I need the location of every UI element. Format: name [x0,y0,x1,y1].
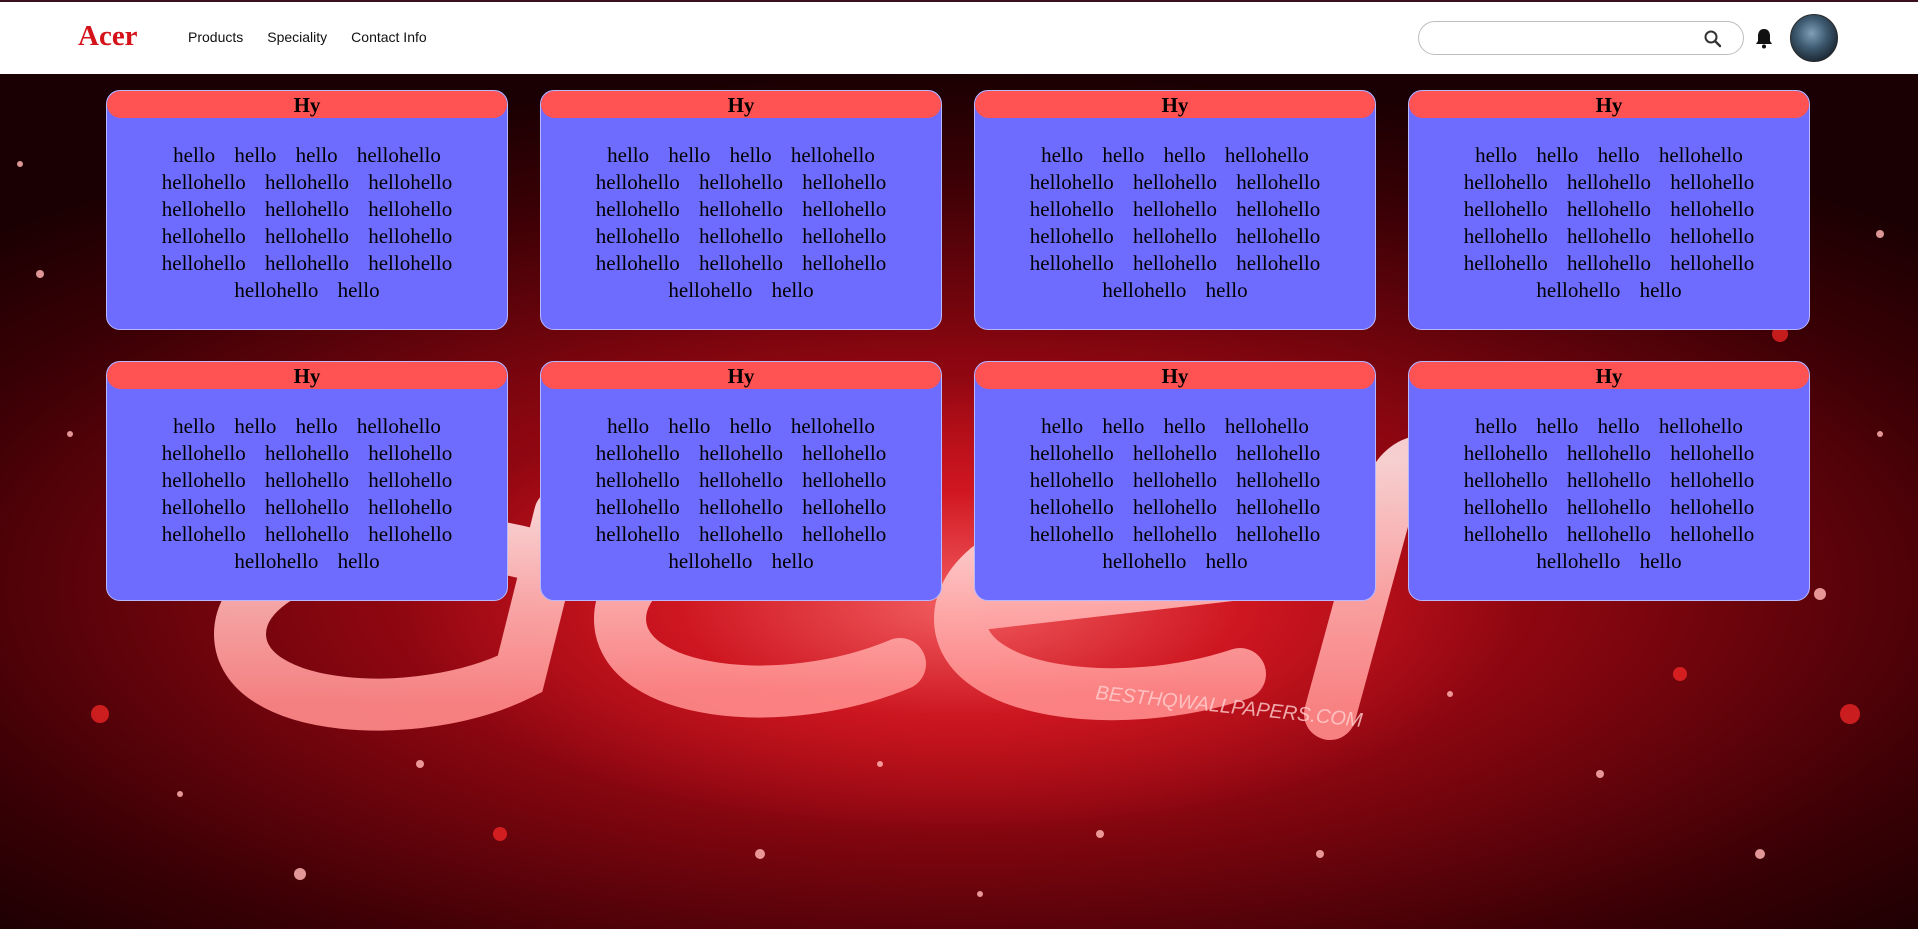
card-body: hello hello hello hellohello hellohello … [1029,414,1321,573]
card-title: Hy [1409,362,1809,389]
search-input[interactable] [1433,28,1693,50]
bell-icon[interactable] [1754,27,1774,49]
card-title: Hy [541,362,941,389]
card-title: Hy [975,91,1375,118]
nav-link-speciality[interactable]: Speciality [267,29,327,45]
card-body: hello hello hello hellohello hellohello … [161,143,453,302]
search-icon[interactable] [1703,29,1723,49]
card: Hy hello hello hello hellohello hellohel… [1408,361,1810,601]
card-title: Hy [107,91,507,118]
card-body: hello hello hello hellohello hellohello … [161,414,453,573]
card-body: hello hello hello hellohello hellohello … [595,414,887,573]
card: Hy hello hello hello hellohello hellohel… [974,90,1376,330]
brand-logo[interactable]: Acer [78,20,138,53]
card: Hy hello hello hello hellohello hellohel… [974,361,1376,601]
card: Hy hello hello hello hellohello hellohel… [540,90,942,330]
card-body: hello hello hello hellohello hellohello … [1029,143,1321,302]
card: Hy hello hello hello hellohello hellohel… [540,361,942,601]
card-title: Hy [107,362,507,389]
card: Hy hello hello hello hellohello hellohel… [106,361,508,601]
nav-link-contact-info[interactable]: Contact Info [351,29,427,45]
card-body: hello hello hello hellohello hellohello … [1463,414,1755,573]
nav-links: Products Speciality Contact Info [188,29,427,45]
card-title: Hy [1409,91,1809,118]
card-title: Hy [975,362,1375,389]
avatar[interactable] [1790,14,1838,62]
nav-link-products[interactable]: Products [188,29,243,45]
card-title: Hy [541,91,941,118]
card: Hy hello hello hello hellohello hellohel… [1408,90,1810,330]
navbar: Acer Products Speciality Contact Info [0,0,1918,74]
card-body: hello hello hello hellohello hellohello … [595,143,887,302]
search-box [1418,21,1744,55]
card-body: hello hello hello hellohello hellohello … [1463,143,1755,302]
card: Hy hello hello hello hellohello hellohel… [106,90,508,330]
